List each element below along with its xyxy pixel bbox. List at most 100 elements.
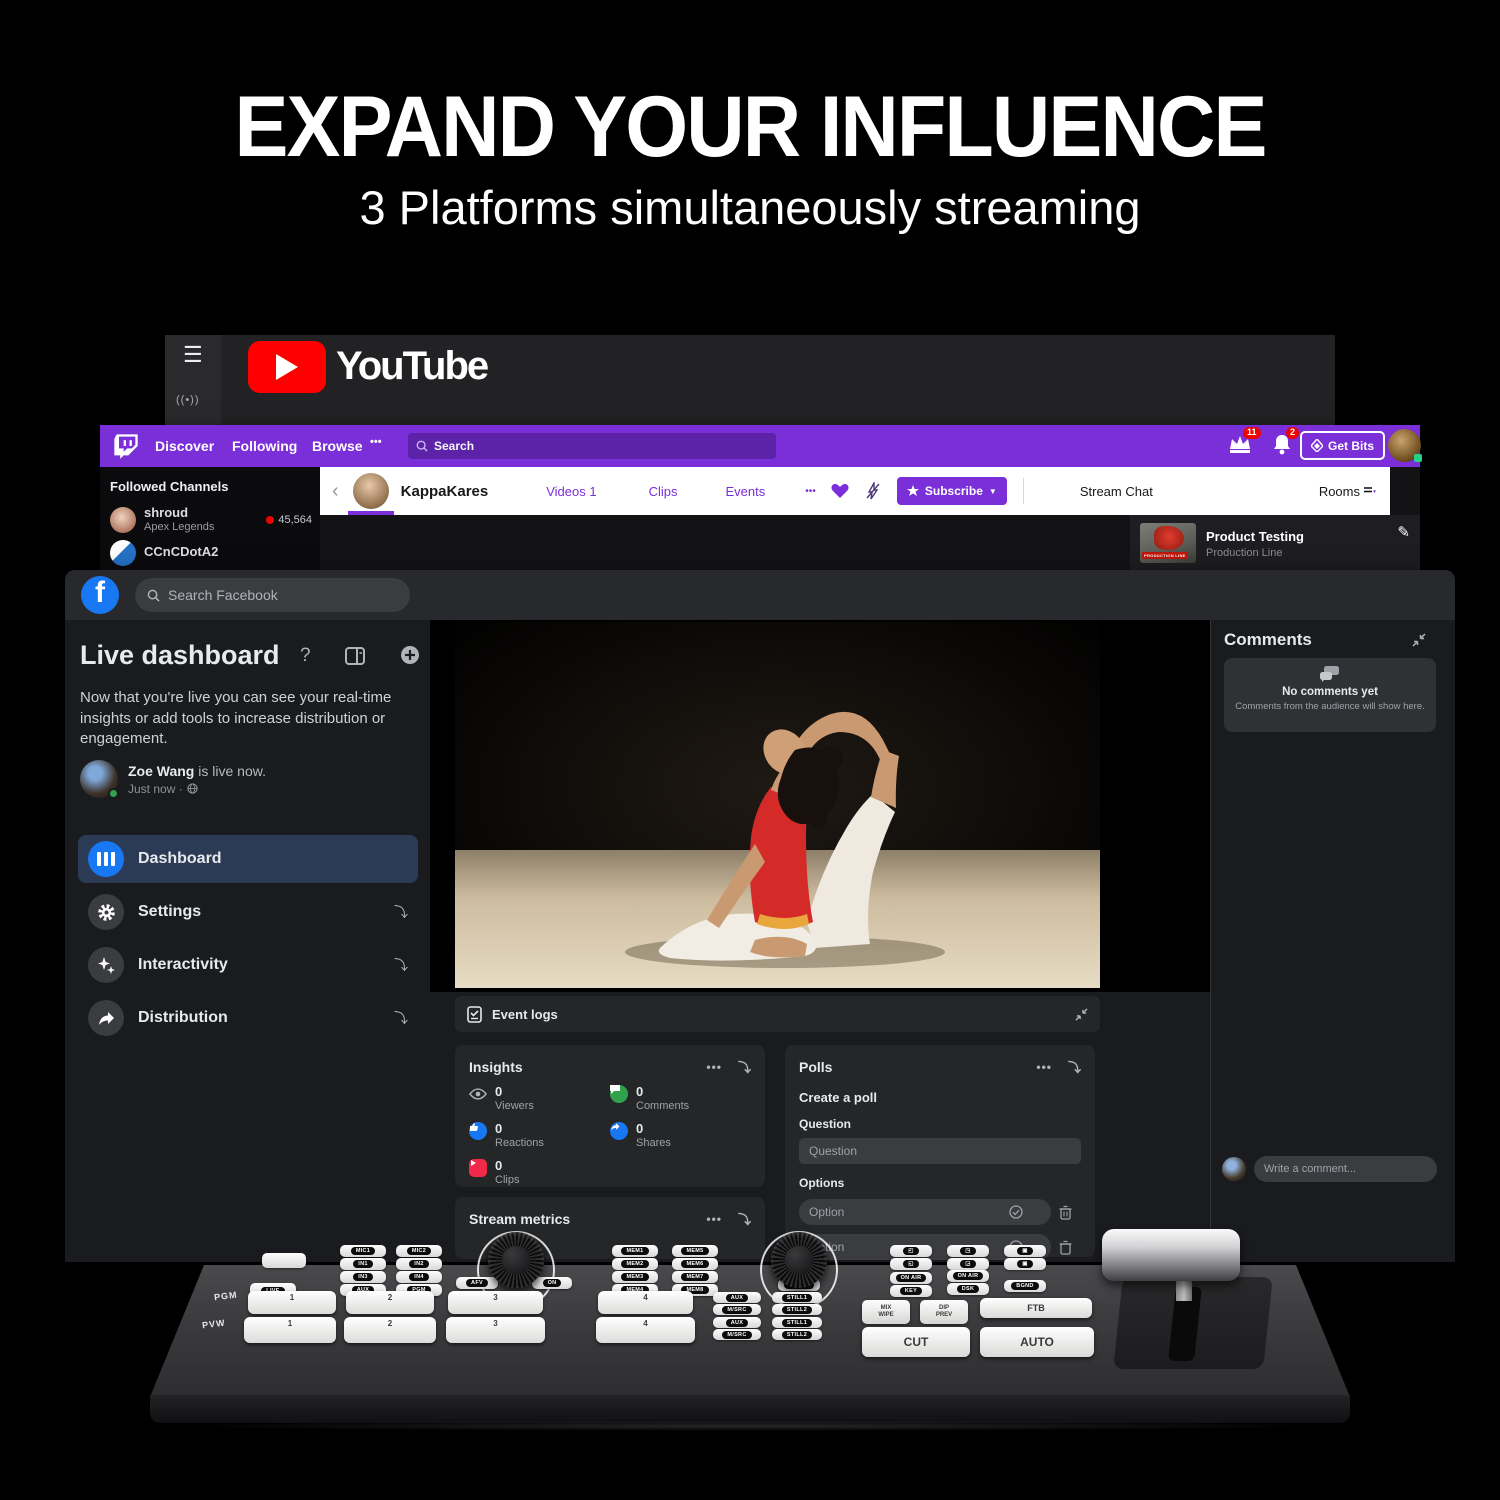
preview-1-button[interactable]: 1 [244,1317,336,1343]
dsk-button[interactable]: DSK [947,1283,989,1295]
pip-position-button[interactable]: ▣ [1004,1245,1046,1257]
mem3-button[interactable]: MEM3 [612,1271,658,1283]
live-video-frame[interactable] [455,622,1100,988]
follow-heart-icon[interactable] [831,483,849,499]
still2-button[interactable]: STILL2 [772,1304,822,1315]
onair-button[interactable]: ON AIR [947,1270,989,1282]
live-broadcast-icon[interactable]: ((•)) [176,394,200,406]
more-options-icon[interactable]: ••• [706,1212,722,1226]
panel-layout-icon[interactable] [345,647,365,665]
back-chevron-icon[interactable]: ‹ [332,480,339,503]
key-button[interactable]: KEY [890,1285,932,1297]
channel-name[interactable]: KappaKares [401,483,489,500]
user-avatar[interactable] [1388,429,1421,462]
trash-icon[interactable] [1059,1205,1072,1220]
msrc-row-button[interactable]: M/SRC [713,1329,761,1340]
still1-button[interactable]: STILL1 [772,1292,822,1303]
mem7-button[interactable]: MEM7 [672,1271,718,1283]
preview-4-button[interactable]: 4 [596,1317,695,1343]
ftb-button[interactable]: FTB [980,1298,1092,1318]
mem1-button[interactable]: MEM1 [612,1245,658,1257]
more-options-icon[interactable]: ••• [706,1060,722,1074]
tab-clips[interactable]: Clips [649,484,678,499]
afv-button[interactable]: AFV [456,1277,498,1289]
sidebar-item-dashboard[interactable]: Dashboard [78,835,418,883]
program-4-button[interactable]: 4 [598,1291,693,1314]
chevron-down-icon[interactable]: ⤵︎ [738,1057,751,1076]
tbar-handle[interactable] [1102,1229,1240,1281]
pip-position-button[interactable]: ◱ [890,1258,932,1270]
in1-button[interactable]: IN1 [340,1258,386,1270]
pip-position-button[interactable]: ◰ [890,1245,932,1257]
mic2-button[interactable]: MIC2 [396,1245,442,1257]
video-thumbnail[interactable]: PRODUCTION LINE [1140,523,1196,563]
nav-more-icon[interactable]: ••• [370,436,382,448]
cut-button[interactable]: CUT [862,1327,970,1357]
mix-wipe-button[interactable]: MIXWIPE [862,1300,910,1324]
more-options-icon[interactable]: ••• [1036,1060,1052,1074]
mem5-button[interactable]: MEM5 [672,1245,718,1257]
msrc-row-button[interactable]: M/SRC [713,1304,761,1315]
in4-button[interactable]: IN4 [396,1271,442,1283]
still1-button[interactable]: STILL1 [772,1317,822,1328]
still2-button[interactable]: STILL2 [772,1329,822,1340]
followed-channel-row[interactable]: CCnCDotA2 [100,538,320,568]
on-button[interactable]: ON [532,1277,572,1289]
youtube-wordmark[interactable]: YouTube [336,344,487,389]
comment-input[interactable] [1264,1163,1414,1175]
channel-avatar[interactable] [353,473,389,509]
tab-videos[interactable]: Videos 1 [546,484,596,499]
aux-row-button[interactable]: AUX [713,1292,761,1303]
transition-knob[interactable] [771,1232,827,1288]
pip-position-button[interactable]: ◲ [947,1258,989,1270]
program-1-button[interactable]: 1 [248,1291,336,1314]
bolt-slash-icon[interactable] [865,482,881,500]
tab-more-icon[interactable]: ••• [805,486,816,497]
preview-2-button[interactable]: 2 [344,1317,436,1343]
pip-position-button[interactable]: ▣ [1004,1258,1046,1270]
nav-discover[interactable]: Discover [155,438,214,454]
sidebar-item-interactivity[interactable]: Interactivity ⤵︎ [78,941,418,989]
facebook-logo[interactable]: f [81,576,119,614]
broadcaster-avatar[interactable] [80,760,118,798]
onair-button[interactable]: ON AIR [890,1272,932,1284]
in2-button[interactable]: IN2 [396,1258,442,1270]
pip-position-button[interactable]: ◳ [947,1245,989,1257]
nav-following[interactable]: Following [232,438,297,454]
preview-3-button[interactable]: 3 [446,1317,545,1343]
twitch-logo-icon[interactable] [112,432,140,460]
bgnd-button[interactable]: BGND [1004,1280,1046,1292]
sidebar-item-settings[interactable]: Settings ⤵︎ [78,888,418,936]
add-plus-icon[interactable] [400,645,420,665]
program-3-button[interactable]: 3 [448,1291,543,1314]
program-2-button[interactable]: 2 [346,1291,434,1314]
chevron-down-icon[interactable]: ⤵︎ [1068,1057,1081,1076]
search-input[interactable] [168,587,378,603]
auto-button[interactable]: AUTO [980,1327,1094,1357]
option-input[interactable] [809,1205,1009,1219]
help-icon[interactable]: ? [300,645,311,667]
followed-channel-row[interactable]: shroud Apex Legends 45,564 [100,504,320,536]
youtube-play-logo[interactable] [248,341,326,393]
nav-browse[interactable]: Browse [312,438,363,454]
in3-button[interactable]: IN3 [340,1271,386,1283]
search-input[interactable] [434,439,734,453]
mem2-button[interactable]: MEM2 [612,1258,658,1270]
tab-events[interactable]: Events [726,484,766,499]
blank-button[interactable] [262,1253,306,1268]
mem6-button[interactable]: MEM6 [672,1258,718,1270]
sidebar-item-distribution[interactable]: Distribution ⤵︎ [78,994,418,1042]
event-logs-bar[interactable]: Event logs [455,996,1100,1032]
subscribe-button[interactable]: Subscribe ▼ [897,477,1007,505]
collapse-icon[interactable] [1412,633,1426,647]
question-input[interactable] [799,1138,1081,1164]
aux-row-button[interactable]: AUX [713,1317,761,1328]
collapse-icon[interactable] [1075,1008,1088,1021]
rooms-control[interactable]: Rooms [1319,484,1376,499]
mic1-button[interactable]: MIC1 [340,1245,386,1257]
edit-pencil-icon[interactable]: ✎ [1397,523,1410,541]
audio-knob[interactable] [488,1232,544,1288]
dip-prev-button[interactable]: DIPPREV [920,1300,968,1324]
get-bits-button[interactable]: Get Bits [1300,431,1385,460]
hamburger-menu-icon[interactable]: ☰ [183,342,203,368]
